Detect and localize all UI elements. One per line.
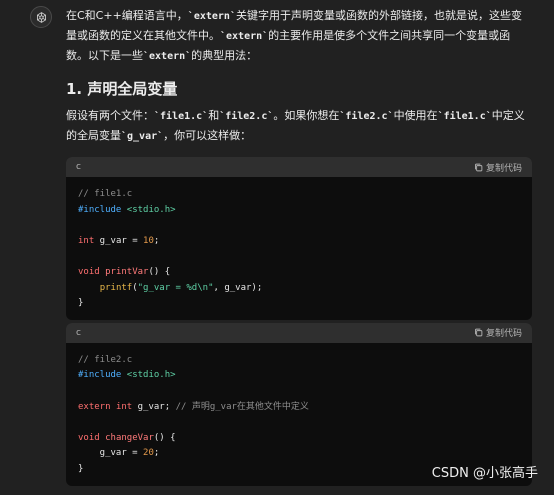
code-token: <stdio.h>: [126, 204, 176, 215]
section-text: 假设有两个文件：: [66, 109, 154, 122]
inline-code: `file2.c`: [339, 111, 394, 122]
code-token: }: [78, 463, 84, 474]
intro-text: 的典型用法：: [191, 49, 258, 62]
copy-icon: [475, 328, 483, 337]
assistant-avatar: [30, 6, 52, 28]
code-token: () {: [148, 266, 171, 277]
code-comment: // 声明g_var在其他文件中定义: [175, 401, 309, 412]
code-token: ;: [153, 448, 160, 459]
code-token: g_var;: [132, 401, 176, 412]
code-token: ;: [153, 235, 160, 246]
section-text: 。如果你想在: [273, 109, 340, 122]
code-token: changeVar: [105, 432, 154, 443]
intro-paragraph: 在C和C++编程语言中，`extern`关键字用于声明变量或函数的外部链接，也就…: [66, 6, 532, 66]
inline-code: `file2.c`: [219, 111, 274, 122]
intro-text: 在C和C++编程语言中，: [66, 9, 188, 22]
code-token: () {: [153, 432, 176, 443]
copy-code-label: 复制代码: [485, 329, 522, 340]
code-token: 20: [143, 448, 154, 459]
code-token: "g_var = %d\n": [137, 282, 214, 293]
code-token: <stdio.h>: [126, 370, 176, 381]
inline-code: `file1.c`: [154, 111, 209, 122]
code-token: }: [78, 298, 84, 309]
section-heading: 1. 声明全局变量: [66, 80, 178, 98]
copy-code-button[interactable]: 复制代码: [474, 161, 522, 174]
code-token: int: [115, 401, 133, 412]
inline-code: `extern`: [143, 51, 192, 62]
copy-code-button[interactable]: 复制代码: [474, 326, 522, 339]
section-text: 和: [208, 109, 220, 122]
code-token: g_var =: [78, 448, 144, 459]
inline-code: `file1.c`: [437, 111, 492, 122]
code-token: void: [78, 432, 100, 443]
section-paragraph: 假设有两个文件：`file1.c`和`file2.c`。如果你想在`file2.…: [66, 106, 532, 146]
code-token: #include: [78, 370, 122, 381]
code-language-label: c: [76, 327, 81, 338]
code-block-header: c 复制代码: [66, 322, 532, 343]
copy-icon: [475, 163, 483, 171]
watermark: CSDN @小张高手: [431, 466, 538, 481]
assistant-message: 在C和C++编程语言中，`extern`关键字用于声明变量或函数的外部链接，也就…: [66, 6, 532, 486]
code-token: 10: [143, 235, 154, 246]
inline-code: `g_var`: [121, 131, 164, 142]
copy-code-label: 复制代码: [485, 163, 522, 174]
code-token: printVar: [105, 266, 149, 277]
section-text: ，你可以这样做：: [163, 129, 252, 142]
section-text: 中使用在: [393, 109, 438, 122]
code-token: void: [78, 266, 100, 277]
code-language-label: c: [76, 162, 81, 172]
code-comment: // file1.c: [78, 189, 133, 199]
openai-logo-icon: [36, 11, 46, 23]
code-token: int: [78, 235, 95, 246]
code-token: , g_var);: [213, 282, 263, 293]
code-token: extern: [78, 401, 111, 412]
code-content: // file1.c #include <stdio.h> int g_var …: [66, 177, 532, 320]
inline-code: `extern`: [220, 31, 269, 42]
code-token: #include: [78, 204, 122, 215]
inline-code: `extern`: [187, 11, 236, 22]
code-token: g_var =: [94, 235, 144, 246]
code-block-file1: c 复制代码 // file1.c #include <stdio.h> int…: [66, 157, 532, 320]
code-block-header: c 复制代码: [66, 157, 532, 177]
code-comment: // file2.c: [78, 354, 133, 365]
code-token: printf: [99, 282, 133, 293]
